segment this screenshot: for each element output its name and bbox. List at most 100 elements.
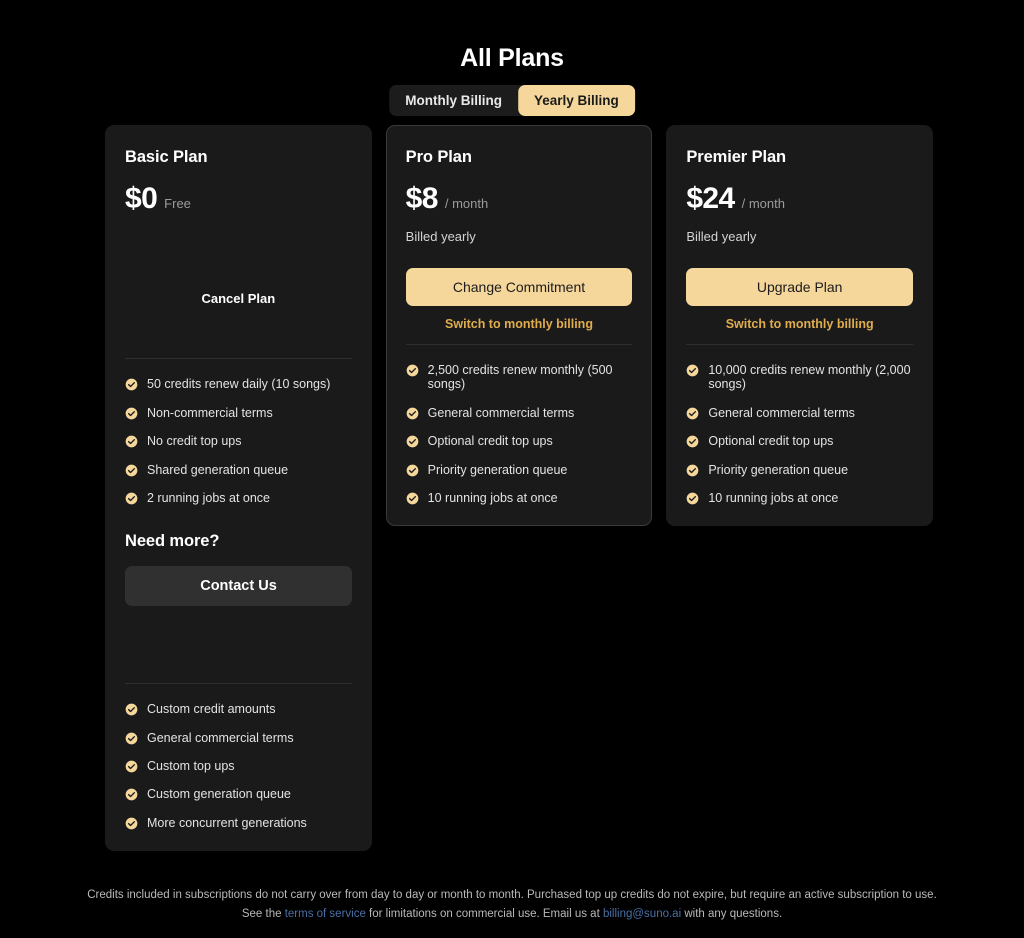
plan-name: Basic Plan bbox=[125, 148, 208, 166]
plan-card-pro: Pro Plan $8 / month Billed yearly Change… bbox=[385, 125, 653, 527]
list-item: 2,500 credits renew monthly (500 songs) bbox=[406, 363, 633, 392]
footer-text-part-3: with any questions. bbox=[681, 907, 783, 920]
toggle-monthly-billing[interactable]: Monthly Billing bbox=[389, 85, 518, 116]
change-commitment-button[interactable]: Change Commitment bbox=[405, 268, 633, 306]
need-more-feature-list: Custom credit amounts General commercial… bbox=[125, 702, 352, 830]
check-circle-icon bbox=[686, 407, 699, 420]
cancel-plan-button[interactable]: Cancel Plan bbox=[125, 291, 352, 306]
feature-text: Priority generation queue bbox=[427, 462, 568, 477]
check-circle-icon bbox=[406, 492, 419, 505]
check-circle-icon bbox=[125, 379, 138, 391]
check-circle-icon bbox=[125, 760, 138, 773]
list-item: 50 credits renew daily (10 songs) bbox=[125, 377, 352, 391]
card-divider bbox=[125, 358, 352, 360]
footer-line-1: Credits included in subscriptions do not… bbox=[87, 889, 937, 901]
footer-text-part-2: for limitations on commercial use. Email… bbox=[365, 907, 603, 920]
feature-text: Custom top ups bbox=[147, 758, 235, 773]
terms-of-service-link[interactable]: terms of service bbox=[285, 908, 366, 920]
billing-email-link[interactable]: billing@suno.ai bbox=[603, 908, 681, 920]
list-item: Custom generation queue bbox=[125, 787, 352, 801]
check-circle-icon bbox=[686, 464, 699, 476]
plan-billed-note: Billed yearly bbox=[405, 229, 476, 244]
plan-price-row: $0 Free bbox=[125, 182, 352, 216]
plan-price-row: $8 / month bbox=[406, 182, 633, 216]
list-item: Priority generation queue bbox=[686, 463, 913, 477]
list-item: General commercial terms bbox=[686, 406, 913, 420]
plan-price-amount: $0 bbox=[125, 182, 158, 215]
plan-feature-list: 2,500 credits renew monthly (500 songs) … bbox=[406, 363, 633, 505]
plan-price-period: Free bbox=[164, 196, 191, 211]
plan-feature-list: 10,000 credits renew monthly (2,000 song… bbox=[686, 363, 913, 505]
feature-text: More concurrent generations bbox=[147, 815, 307, 830]
contact-us-button[interactable]: Contact Us bbox=[125, 566, 352, 606]
plan-cta-zone: Change Commitment Switch to monthly bill… bbox=[405, 268, 633, 344]
card-divider bbox=[686, 344, 914, 345]
feature-text: General commercial terms bbox=[147, 730, 294, 745]
list-item: General commercial terms bbox=[125, 731, 352, 745]
check-circle-icon bbox=[125, 732, 138, 744]
list-item: Non-commercial terms bbox=[125, 406, 352, 420]
pricing-page: All Plans Monthly Billing Yearly Billing… bbox=[0, 0, 1024, 938]
check-circle-icon bbox=[686, 492, 699, 505]
list-item: 10 running jobs at once bbox=[686, 491, 913, 505]
feature-text: Custom generation queue bbox=[147, 787, 291, 802]
plan-cta-zone: Upgrade Plan Switch to monthly billing bbox=[686, 268, 914, 344]
check-circle-icon bbox=[406, 464, 419, 476]
list-item: Optional credit top ups bbox=[686, 434, 913, 448]
switch-to-monthly-billing-link[interactable]: Switch to monthly billing bbox=[406, 317, 633, 331]
check-circle-icon bbox=[406, 435, 419, 448]
feature-text: Shared generation queue bbox=[147, 462, 289, 477]
plan-card-grid: Basic Plan $0 Free Cancel Plan 50 credit… bbox=[105, 125, 934, 527]
upgrade-plan-button[interactable]: Upgrade Plan bbox=[686, 268, 914, 306]
need-more-section: Need more? Contact Us Custom credit amou… bbox=[105, 509, 372, 851]
list-item: Shared generation queue bbox=[125, 463, 352, 477]
list-item: Optional credit top ups bbox=[406, 434, 633, 448]
check-circle-icon bbox=[406, 364, 419, 377]
footer-line-2: See the terms of service for limitations… bbox=[60, 905, 964, 924]
feature-text: 10 running jobs at once bbox=[708, 490, 839, 505]
feature-text: Custom credit amounts bbox=[147, 702, 276, 717]
check-circle-icon bbox=[125, 703, 138, 716]
feature-text: General commercial terms bbox=[708, 405, 855, 420]
check-circle-icon bbox=[406, 407, 419, 420]
feature-text: Optional credit top ups bbox=[708, 434, 834, 449]
need-more-title: Need more? bbox=[125, 532, 220, 550]
feature-text: Priority generation queue bbox=[708, 462, 849, 477]
plan-cta-zone: Cancel Plan bbox=[125, 268, 352, 344]
plan-billed-note bbox=[125, 229, 352, 246]
check-circle-icon bbox=[686, 435, 699, 448]
plan-price-period: / month bbox=[444, 196, 489, 211]
feature-text: 50 credits renew daily (10 songs) bbox=[147, 377, 331, 392]
plan-price-amount: $8 bbox=[405, 182, 439, 215]
list-item: 10 running jobs at once bbox=[406, 491, 633, 505]
feature-text: No credit top ups bbox=[147, 434, 242, 449]
card-divider bbox=[125, 683, 352, 685]
feature-text: Optional credit top ups bbox=[427, 434, 553, 449]
switch-to-monthly-billing-link[interactable]: Switch to monthly billing bbox=[686, 317, 913, 331]
plan-name: Premier Plan bbox=[686, 148, 787, 166]
feature-text: 2,500 credits renew monthly (500 songs) bbox=[427, 363, 613, 392]
check-circle-icon bbox=[125, 817, 138, 829]
check-circle-icon bbox=[125, 407, 138, 420]
feature-text: Non-commercial terms bbox=[147, 405, 273, 420]
plan-price-amount: $24 bbox=[686, 182, 735, 215]
toggle-yearly-billing[interactable]: Yearly Billing bbox=[517, 85, 635, 116]
plan-price-period: / month bbox=[741, 196, 785, 211]
need-more-card: Need more? Contact Us Custom credit amou… bbox=[105, 509, 372, 851]
list-item: No credit top ups bbox=[125, 434, 352, 448]
list-item: General commercial terms bbox=[406, 406, 633, 420]
billing-period-toggle[interactable]: Monthly Billing Yearly Billing bbox=[389, 85, 635, 116]
check-circle-icon bbox=[125, 464, 138, 476]
list-item: Custom credit amounts bbox=[125, 702, 352, 716]
list-item: 10,000 credits renew monthly (2,000 song… bbox=[686, 363, 913, 392]
footer-text-part-1: See the bbox=[241, 907, 285, 920]
list-item: Priority generation queue bbox=[406, 463, 633, 477]
card-divider bbox=[405, 344, 633, 345]
page-title: All Plans bbox=[460, 44, 564, 72]
plan-feature-list: 50 credits renew daily (10 songs) Non-co… bbox=[125, 377, 352, 505]
feature-text: 2 running jobs at once bbox=[147, 490, 271, 505]
plan-name: Pro Plan bbox=[405, 148, 472, 166]
check-circle-icon bbox=[686, 364, 699, 377]
plan-card-premier: Premier Plan $24 / month Billed yearly U… bbox=[666, 125, 934, 527]
list-item: More concurrent generations bbox=[125, 816, 352, 830]
